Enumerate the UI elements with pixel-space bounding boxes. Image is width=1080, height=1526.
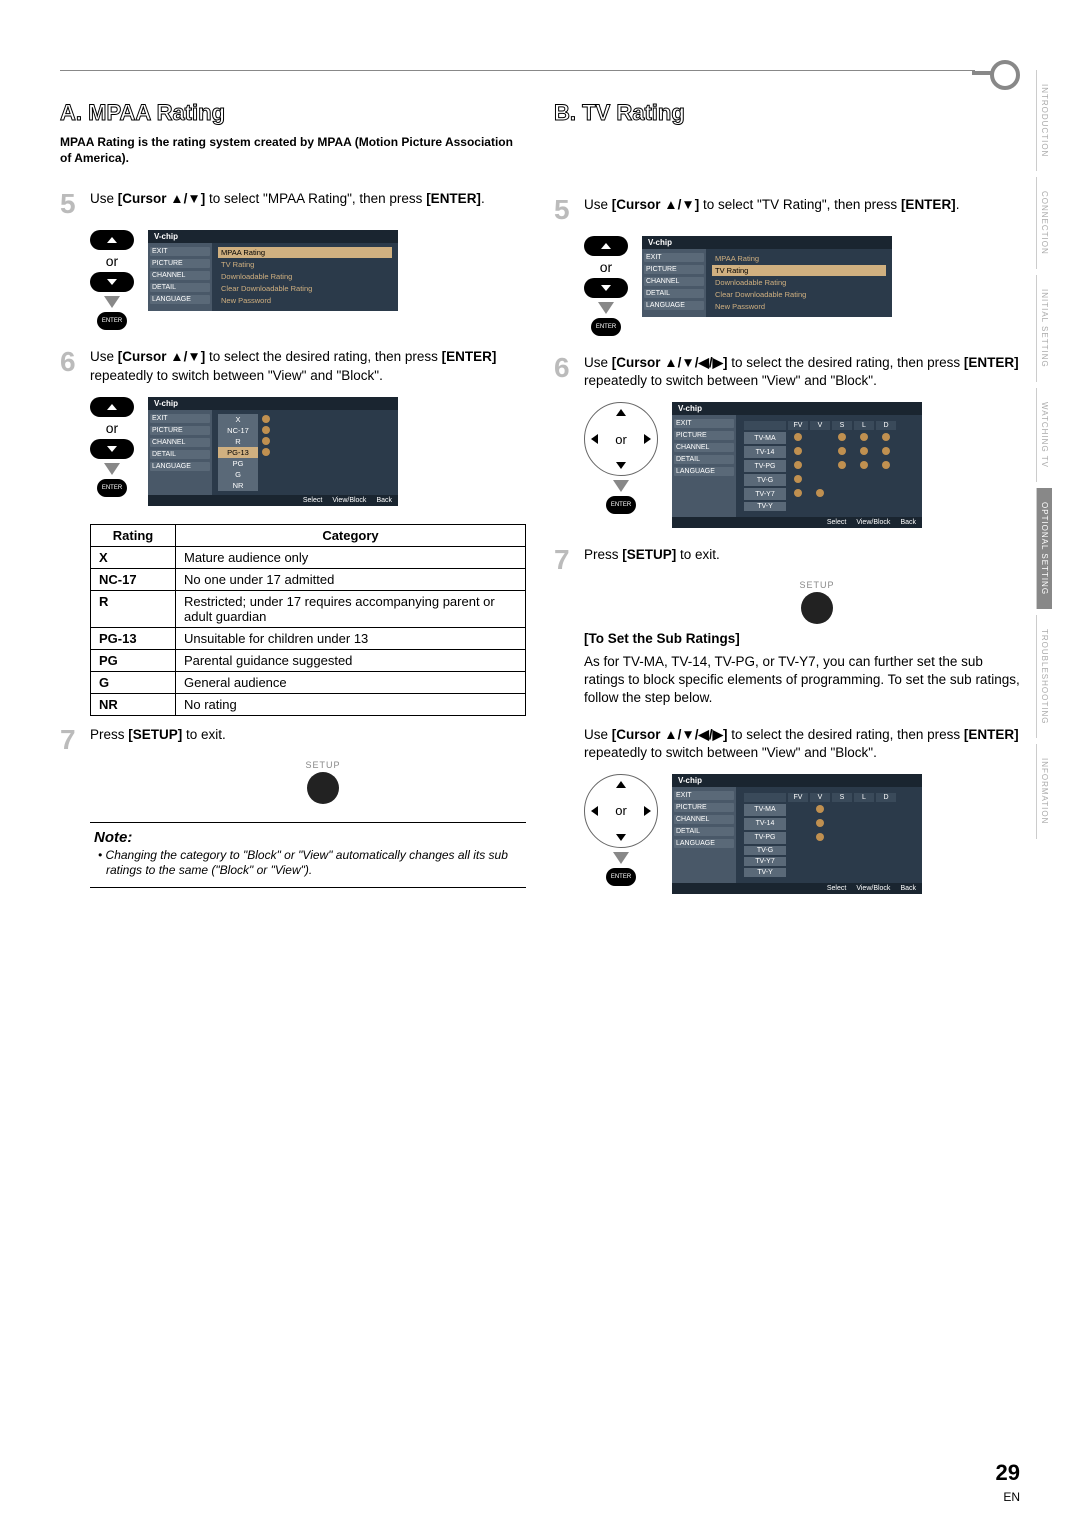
tab-troubleshooting: TROUBLESHOOTING bbox=[1036, 615, 1052, 738]
dpad-icon: or bbox=[584, 774, 658, 848]
sub-ratings-p2: Use [Cursor ▲/▼/◀/▶] to select the desir… bbox=[584, 726, 1020, 762]
osd-title: V-chip bbox=[148, 230, 398, 243]
step-a7: 7 Press [SETUP] to exit. bbox=[60, 726, 526, 754]
column-a: A. MPAA Rating MPAA Rating is the rating… bbox=[60, 100, 526, 912]
setup-circle-icon bbox=[307, 772, 339, 804]
tab-optional-setting: OPTIONAL SETTING bbox=[1036, 488, 1052, 609]
side-tabs: INTRODUCTION CONNECTION INITIAL SETTING … bbox=[1036, 70, 1052, 839]
cursor-down-icon bbox=[584, 278, 628, 298]
note-title: Note: bbox=[94, 829, 522, 846]
header-rule bbox=[60, 70, 975, 71]
cursor-up-icon bbox=[90, 230, 134, 250]
tab-introduction: INTRODUCTION bbox=[1036, 70, 1052, 171]
tab-connection: CONNECTION bbox=[1036, 177, 1052, 269]
figure-b6: or ENTER V-chip EXIT PICTURE bbox=[584, 402, 1020, 528]
step-b5: 5 Use [Cursor ▲/▼] to select "TV Rating"… bbox=[554, 196, 1020, 224]
arrow-down-icon bbox=[104, 463, 120, 475]
step-b6: 6 Use [Cursor ▲/▼/◀/▶] to select the des… bbox=[554, 354, 1020, 390]
osd-tv-ratings: V-chip EXIT PICTURE CHANNEL DETAIL LANGU… bbox=[672, 402, 922, 528]
sub-ratings-p1: As for TV-MA, TV-14, TV-PG, or TV-Y7, yo… bbox=[584, 653, 1020, 708]
cursor-up-icon bbox=[90, 397, 134, 417]
figure-a5: or ENTER V-chip EXIT PICTURE CHANNEL DET… bbox=[90, 230, 526, 330]
osd-tv-sub: V-chip EXIT PICTURE CHANNEL DETAIL LANGU… bbox=[672, 774, 922, 894]
arrow-down-icon bbox=[613, 480, 629, 492]
step-a5-text: Use [Cursor ▲/▼] to select "MPAA Rating"… bbox=[90, 190, 526, 218]
dpad-down-icon bbox=[616, 462, 626, 469]
block-dot-icon bbox=[262, 415, 270, 423]
dpad-left-icon bbox=[591, 434, 598, 444]
step-b7: 7 Press [SETUP] to exit. bbox=[554, 546, 1020, 574]
cursor-up-icon bbox=[584, 236, 628, 256]
osd-vchip-menu: V-chip EXIT PICTURE CHANNEL DETAIL LANGU… bbox=[148, 230, 398, 311]
page-number: 29 bbox=[996, 1460, 1020, 1486]
section-a-lead: A. bbox=[60, 100, 82, 125]
enter-button-icon: ENTER bbox=[97, 479, 127, 497]
enter-button-icon: ENTER bbox=[97, 312, 127, 330]
column-b: B. TV Rating 5 Use [Cursor ▲/▼] to selec… bbox=[554, 100, 1020, 912]
osd-main: MPAA Rating TV Rating Downloadable Ratin… bbox=[212, 243, 398, 311]
mpaa-intro: MPAA Rating is the rating system created… bbox=[60, 134, 526, 166]
cursor-down-icon bbox=[90, 272, 134, 292]
remote-up-down: or ENTER bbox=[90, 230, 134, 330]
section-a-name: MPAA Rating bbox=[88, 100, 225, 125]
osd-vchip-menu-b: V-chip EXIT PICTURE CHANNEL DETAIL LANGU… bbox=[642, 236, 892, 317]
page-lang: EN bbox=[1003, 1490, 1020, 1504]
dpad-right-icon bbox=[644, 434, 651, 444]
setup-button-icon: SETUP bbox=[614, 580, 1020, 624]
note-box: Note: • Changing the category to "Block"… bbox=[90, 822, 526, 888]
tab-initial-setting: INITIAL SETTING bbox=[1036, 275, 1052, 382]
osd-mpaa-ratings: V-chip EXIT PICTURE CHANNEL DETAIL LANGU… bbox=[148, 397, 398, 506]
step-a6-num: 6 bbox=[60, 348, 82, 384]
sub-ratings-heading: [To Set the Sub Ratings] bbox=[584, 630, 1020, 648]
step-a5-num: 5 bbox=[60, 190, 82, 218]
remote-up-down-2: or ENTER bbox=[90, 397, 134, 497]
manual-page: INTRODUCTION CONNECTION INITIAL SETTING … bbox=[0, 0, 1080, 1526]
step-a6: 6 Use [Cursor ▲/▼] to select the desired… bbox=[60, 348, 526, 384]
tv-rating-grid: FVVSLD TV-MA TV-14 TV-PG TV-G TV-Y7 TV-Y bbox=[742, 419, 898, 513]
arrow-down-icon bbox=[104, 296, 120, 308]
step-a5: 5 Use [Cursor ▲/▼] to select "MPAA Ratin… bbox=[60, 190, 526, 218]
sub-ratings-section: [To Set the Sub Ratings] As for TV-MA, T… bbox=[584, 630, 1020, 762]
or-label: or bbox=[106, 253, 118, 269]
step-a6-text: Use [Cursor ▲/▼] to select the desired r… bbox=[90, 348, 526, 384]
setup-button-icon: SETUP bbox=[120, 760, 526, 804]
mpaa-rating-table: RatingCategory XMature audience only NC-… bbox=[90, 524, 526, 716]
tab-information: INFORMATION bbox=[1036, 744, 1052, 838]
figure-b-sub: or ENTER V-chip EXIT PICTURE bbox=[584, 774, 1020, 894]
header-accent-circle bbox=[990, 60, 1020, 90]
cursor-down-icon bbox=[90, 439, 134, 459]
osd-sidebar: EXIT PICTURE CHANNEL DETAIL LANGUAGE bbox=[148, 243, 212, 311]
arrow-down-icon bbox=[598, 302, 614, 314]
section-a-title: A. MPAA Rating bbox=[60, 100, 526, 126]
dpad-icon: or bbox=[584, 402, 658, 476]
note-text: • Changing the category to "Block" or "V… bbox=[94, 848, 522, 879]
tab-watching-tv: WATCHING TV bbox=[1036, 388, 1052, 482]
figure-b5: or ENTER V-chip EXIT PICTURE CHANNEL DET… bbox=[584, 236, 1020, 336]
section-b-title: B. TV Rating bbox=[554, 100, 1020, 126]
dpad-up-icon bbox=[616, 409, 626, 416]
figure-a6: or ENTER V-chip EXIT PICTURE CHANNEL DET… bbox=[90, 397, 526, 506]
